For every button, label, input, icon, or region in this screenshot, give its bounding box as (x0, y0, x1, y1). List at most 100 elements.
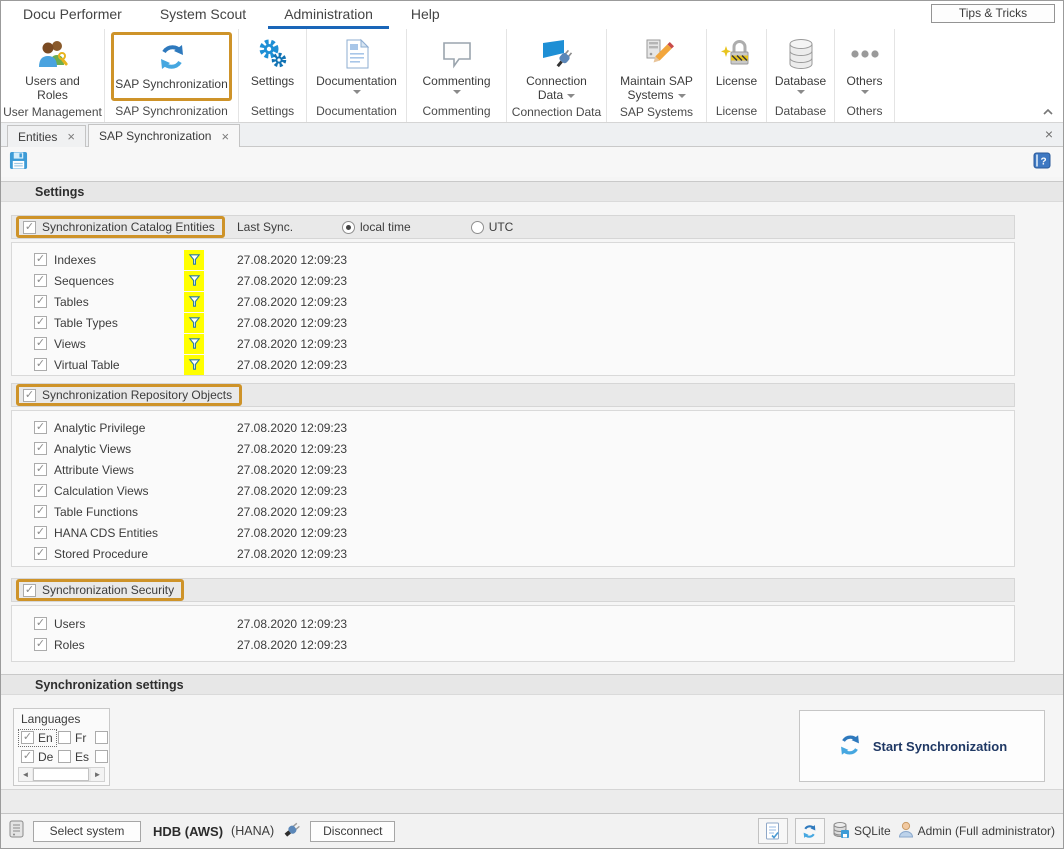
item-label: Calculation Views (54, 484, 179, 498)
filter-funnel-icon[interactable] (184, 250, 204, 270)
language-option-es[interactable]: Es (56, 749, 93, 765)
repository-row: Analytic Views 27.08.2020 12:09:23 (12, 438, 1014, 459)
item-checkbox[interactable] (34, 617, 47, 630)
language-checkbox (58, 731, 71, 744)
ribbon-group-sap-systems: Maintain SAP Systems SAP Systems (607, 29, 707, 122)
item-checkbox[interactable] (34, 337, 47, 350)
item-checkbox[interactable] (34, 316, 47, 329)
menu-tab-help[interactable]: Help (395, 1, 456, 29)
doc-tab-sap-synchronization[interactable]: SAP Synchronization × (88, 124, 240, 147)
item-checkbox[interactable] (34, 295, 47, 308)
sap-synchronization-button[interactable]: SAP Synchronization (111, 32, 232, 101)
repository-checkbox[interactable] (23, 389, 36, 402)
documentation-button[interactable]: Documentation (309, 31, 404, 101)
help-info-icon[interactable]: ? (1033, 152, 1051, 172)
item-checkbox[interactable] (34, 253, 47, 266)
scroll-left-icon[interactable]: ◄ (19, 768, 32, 781)
item-checkbox[interactable] (34, 358, 47, 371)
menu-tab-administration[interactable]: Administration (268, 1, 389, 29)
language-option-partial[interactable] (93, 749, 110, 764)
item-checkbox[interactable] (34, 547, 47, 560)
radio-label: UTC (489, 220, 514, 234)
select-system-button[interactable]: Select system (33, 821, 141, 842)
item-label: Stored Procedure (54, 547, 179, 561)
filter-funnel-icon[interactable] (184, 334, 204, 354)
filter-funnel-icon[interactable] (184, 292, 204, 312)
item-label: Roles (54, 638, 179, 652)
menu-tab-docu-performer[interactable]: Docu Performer (7, 1, 138, 29)
settings-button[interactable]: Settings (241, 31, 304, 101)
collapse-ribbon-icon[interactable] (1043, 104, 1053, 118)
item-checkbox[interactable] (34, 463, 47, 476)
security-checkbox[interactable] (23, 584, 36, 597)
maintain-sap-systems-button[interactable]: Maintain SAP Systems (609, 31, 704, 102)
item-checkbox[interactable] (34, 526, 47, 539)
item-checkbox[interactable] (34, 274, 47, 287)
language-option-partial[interactable] (93, 730, 110, 745)
item-label: Tables (54, 295, 179, 309)
catalog-row: Tables 27.08.2020 12:09:23 (12, 291, 1014, 312)
ribbon-group-label: User Management (1, 104, 104, 123)
item-checkbox[interactable] (34, 421, 47, 434)
repository-list: Analytic Privilege 27.08.2020 12:09:23 A… (11, 410, 1015, 567)
database-button[interactable]: Database (769, 31, 832, 101)
item-checkbox[interactable] (34, 442, 47, 455)
scroll-thumb[interactable] (33, 768, 89, 781)
synchronization-settings-area: Languages En Fr (1, 695, 1063, 789)
language-option-de[interactable]: De (19, 749, 56, 765)
item-checkbox[interactable] (34, 484, 47, 497)
svg-text:?: ? (1040, 157, 1046, 168)
document-report-button[interactable] (758, 818, 788, 844)
commenting-button[interactable]: Commenting (409, 31, 504, 101)
filter-funnel-icon[interactable] (184, 271, 204, 291)
ribbon-button-label: Commenting (422, 74, 490, 88)
connected-system-name: HDB (AWS) (153, 824, 223, 839)
item-label: Analytic Privilege (54, 421, 179, 435)
menu-tab-system-scout[interactable]: System Scout (144, 1, 262, 29)
refresh-sync-button[interactable] (795, 818, 825, 844)
security-highlight-frame: Synchronization Security (16, 579, 184, 601)
item-last-sync: 27.08.2020 12:09:23 (211, 505, 1014, 519)
last-sync-label: Last Sync. (237, 220, 293, 234)
start-synchronization-button[interactable]: Start Synchronization (799, 710, 1045, 782)
scroll-right-icon[interactable]: ► (91, 768, 104, 781)
filter-funnel-icon[interactable] (184, 313, 204, 333)
item-checkbox[interactable] (34, 638, 47, 651)
ribbon-group-documentation: Documentation Documentation (307, 29, 407, 122)
users-and-roles-button[interactable]: Users and Roles (3, 31, 102, 102)
others-ellipsis-icon (848, 36, 882, 72)
catalog-checkbox[interactable] (23, 221, 36, 234)
language-checkbox (21, 750, 34, 763)
radio-utc[interactable]: UTC (471, 220, 514, 234)
languages-scrollbar[interactable]: ◄ ► (18, 767, 105, 782)
filter-funnel-icon[interactable] (184, 355, 204, 375)
sap-synchronization-page: Settings Synchronization Catalog Entitie… (1, 177, 1063, 789)
dropdown-chevron-icon (567, 94, 575, 98)
close-document-icon[interactable]: × (1045, 126, 1053, 142)
item-last-sync: 27.08.2020 12:09:23 (211, 337, 1014, 351)
document-toolbar: ? (1, 147, 1063, 177)
doc-tab-entities[interactable]: Entities × (7, 125, 86, 147)
tab-close-icon[interactable]: × (67, 129, 75, 144)
commenting-icon (440, 36, 474, 72)
radio-icon (342, 221, 355, 234)
catalog-section-header: Synchronization Catalog Entities Last Sy… (11, 215, 1015, 239)
language-checkbox (95, 750, 108, 763)
tab-close-icon[interactable]: × (221, 129, 229, 144)
license-button[interactable]: License (709, 31, 764, 101)
settings-header-label: Settings (35, 185, 84, 199)
maintain-sap-systems-icon (640, 36, 674, 72)
language-option-fr[interactable]: Fr (56, 730, 93, 746)
connection-data-button[interactable]: Connection Data (509, 31, 604, 102)
item-checkbox[interactable] (34, 505, 47, 518)
user-avatar-icon (898, 821, 914, 841)
tips-and-tricks-button[interactable]: Tips & Tricks (931, 4, 1055, 23)
others-button[interactable]: Others (837, 31, 892, 101)
dropdown-chevron-icon (797, 90, 805, 94)
ribbon: Users and Roles User Management SAP Sync… (1, 29, 1063, 123)
radio-local-time[interactable]: local time (342, 220, 411, 234)
disconnect-button[interactable]: Disconnect (310, 821, 395, 842)
language-option-en[interactable]: En (19, 730, 56, 746)
save-icon[interactable] (9, 151, 28, 173)
item-last-sync: 27.08.2020 12:09:23 (211, 253, 1014, 267)
